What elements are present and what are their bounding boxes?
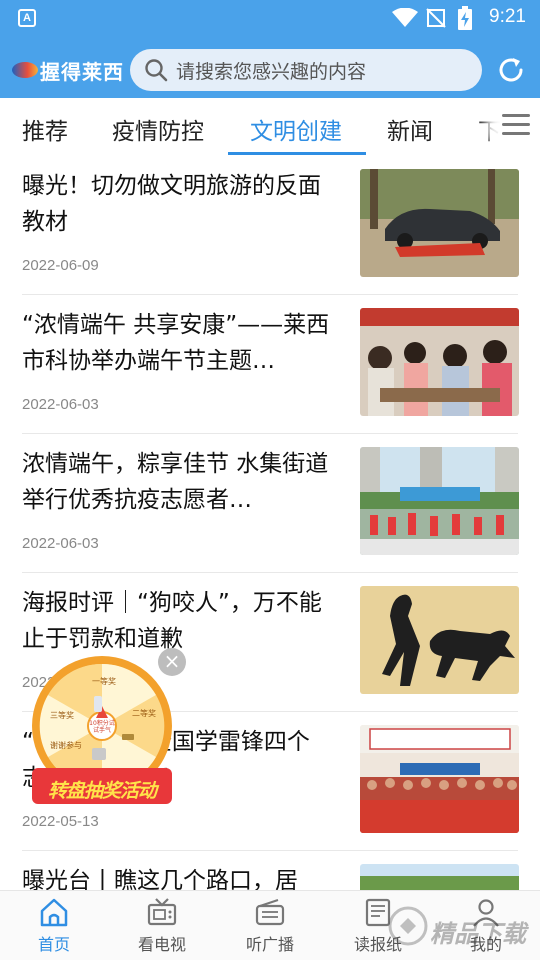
nav-home[interactable]: 首页 bbox=[4, 897, 104, 955]
app-notification-icon: A bbox=[18, 9, 36, 27]
search-bar[interactable]: 请搜索您感兴趣的内容 bbox=[130, 49, 482, 91]
tab-civilization[interactable]: 文明创建 bbox=[250, 112, 342, 146]
article-thumbnail bbox=[360, 725, 519, 833]
search-icon bbox=[145, 59, 168, 82]
hamburger-menu-icon[interactable] bbox=[502, 114, 530, 138]
no-signal-icon bbox=[426, 8, 446, 28]
nav-radio[interactable]: 听广播 bbox=[220, 897, 320, 955]
article-thumbnail bbox=[360, 308, 519, 416]
promo-prize-label: 谢谢参与 bbox=[50, 741, 82, 750]
tab-news[interactable]: 新闻 bbox=[387, 112, 433, 146]
article-title: 浓情端午，粽享佳节 水集街道举行优秀抗疫志愿者… bbox=[22, 451, 329, 513]
list-item[interactable]: 曝光！切勿做文明旅游的反面教材 2022-06-09 bbox=[0, 156, 540, 295]
tv-icon bbox=[147, 898, 177, 926]
status-bar: A 9:21 bbox=[0, 0, 540, 36]
nav-label: 首页 bbox=[37, 935, 70, 954]
article-date: 2022-05-13 bbox=[22, 813, 99, 830]
app-logo: 握得莱西 bbox=[12, 56, 124, 84]
promo-prize-label: 一等奖 bbox=[92, 677, 116, 686]
article-title: “浓情端午 共享安康”——莱西市科协举办端午节主题… bbox=[22, 312, 330, 374]
radio-icon bbox=[255, 899, 285, 926]
article-title: 海报时评｜“狗咬人”，万不能止于罚款和道歉 bbox=[22, 590, 322, 652]
promo-prize-label: 二等奖 bbox=[132, 709, 156, 718]
promo-banner-text: 转盘抽奖活动 bbox=[47, 780, 157, 802]
article-thumbnail bbox=[360, 447, 519, 555]
list-item[interactable]: 浓情端午，粽享佳节 水集街道举行优秀抗疫志愿者… 2022-06-03 bbox=[0, 434, 540, 573]
article-thumbnail bbox=[360, 586, 519, 694]
clock: 9:21 bbox=[489, 6, 526, 27]
article-date: 2022-06-09 bbox=[22, 257, 99, 274]
watermark-text: 精品下载 bbox=[430, 920, 526, 948]
article-date: 2022-06-03 bbox=[22, 396, 99, 413]
nav-tv[interactable]: 看电视 bbox=[112, 897, 212, 955]
category-tabs: 推荐 疫情防控 文明创建 新闻 下 bbox=[0, 98, 540, 156]
logo-mark-icon bbox=[12, 62, 38, 78]
promo-center-text: 10积分试试手气 bbox=[89, 720, 115, 734]
promo-prize-label: 三等奖 bbox=[50, 711, 74, 720]
lucky-wheel-promo[interactable]: 一等奖 二等奖 三等奖 谢谢参与 10积分试试手气 转盘抽奖活动 bbox=[32, 648, 172, 808]
home-icon bbox=[40, 898, 68, 927]
app-header: 握得莱西 请搜索您感兴趣的内容 bbox=[0, 36, 540, 98]
tab-recommend[interactable]: 推荐 bbox=[22, 112, 68, 146]
wifi-icon bbox=[392, 8, 418, 27]
nav-label: 看电视 bbox=[137, 935, 186, 954]
close-icon[interactable]: × bbox=[158, 648, 186, 676]
watermark-logo-icon bbox=[388, 906, 428, 946]
search-placeholder: 请搜索您感兴趣的内容 bbox=[176, 60, 367, 83]
active-tab-indicator bbox=[228, 152, 366, 155]
list-item[interactable]: “浓情端午 共享安康”——莱西市科协举办端午节主题… 2022-06-03 bbox=[0, 295, 540, 434]
refresh-icon[interactable] bbox=[496, 55, 526, 85]
article-title: 曝光！切勿做文明旅游的反面教材 bbox=[22, 173, 321, 235]
tab-epidemic-control[interactable]: 疫情防控 bbox=[112, 112, 204, 146]
logo-text: 握得莱西 bbox=[40, 59, 124, 84]
article-date: 2022-06-03 bbox=[22, 535, 99, 552]
article-thumbnail bbox=[360, 169, 519, 277]
watermark: 精品下载 bbox=[380, 888, 540, 960]
battery-charging-icon bbox=[458, 6, 472, 30]
tab-more[interactable]: 下 bbox=[478, 112, 501, 146]
nav-label: 听广播 bbox=[245, 935, 294, 954]
article-list: 曝光！切勿做文明旅游的反面教材 2022-06-09 “浓情端午 共享安康”——… bbox=[0, 156, 540, 960]
